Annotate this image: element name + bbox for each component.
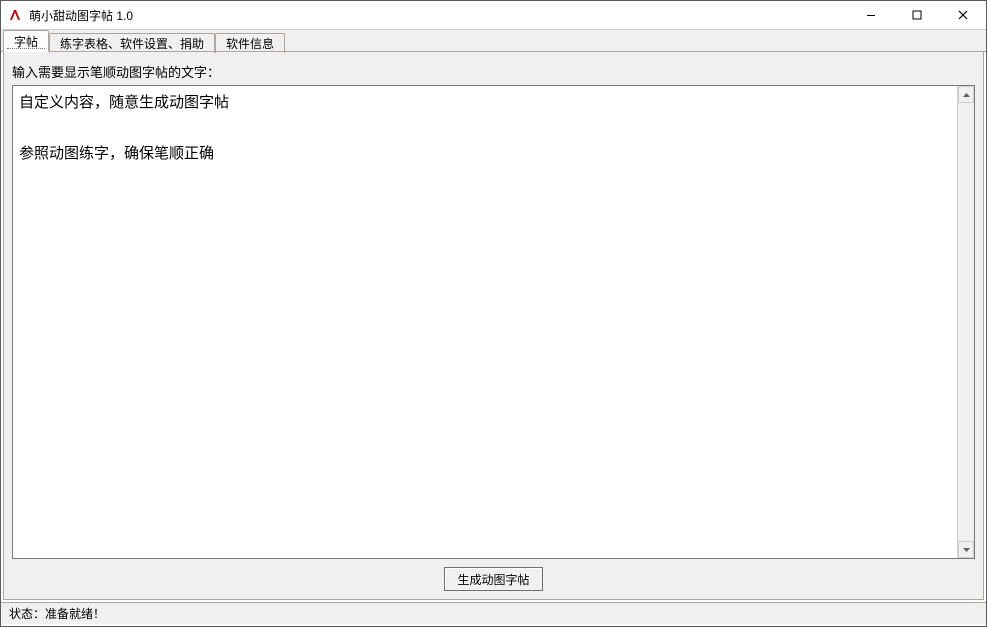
scroll-down-button[interactable] xyxy=(958,541,974,558)
generate-button-label: 生成动图字帖 xyxy=(457,571,529,588)
tab-strip: 字帖 练字表格、软件设置、捐助 软件信息 xyxy=(1,29,986,52)
textarea-container xyxy=(12,85,975,559)
title-bar: 萌小甜动图字帖 1.0 xyxy=(1,1,986,29)
app-icon xyxy=(7,7,23,23)
close-button[interactable] xyxy=(940,1,986,29)
button-row: 生成动图字帖 xyxy=(12,559,975,591)
content-textarea[interactable] xyxy=(13,86,957,558)
vertical-scrollbar[interactable] xyxy=(957,86,974,558)
scroll-up-button[interactable] xyxy=(958,86,974,103)
tab-about[interactable]: 软件信息 xyxy=(215,33,285,53)
tab-label: 练字表格、软件设置、捐助 xyxy=(60,35,204,52)
generate-button[interactable]: 生成动图字帖 xyxy=(444,567,542,591)
tab-label: 字帖 xyxy=(14,33,38,50)
tab-label: 软件信息 xyxy=(226,35,274,52)
status-bar: 状态：准备就绪！ xyxy=(1,602,986,624)
input-prompt-label: 输入需要显示笔顺动图字帖的文字： xyxy=(12,62,975,81)
tab-settings[interactable]: 练字表格、软件设置、捐助 xyxy=(49,33,215,53)
tab-copybook[interactable]: 字帖 xyxy=(3,30,49,52)
maximize-button[interactable] xyxy=(894,1,940,29)
tab-underline xyxy=(1,51,986,52)
window-title: 萌小甜动图字帖 1.0 xyxy=(29,7,848,24)
main-panel: 输入需要显示笔顺动图字帖的文字： 生成动图字帖 xyxy=(3,52,984,600)
minimize-button[interactable] xyxy=(848,1,894,29)
window-controls xyxy=(848,1,986,29)
status-text: 状态：准备就绪！ xyxy=(9,605,105,622)
